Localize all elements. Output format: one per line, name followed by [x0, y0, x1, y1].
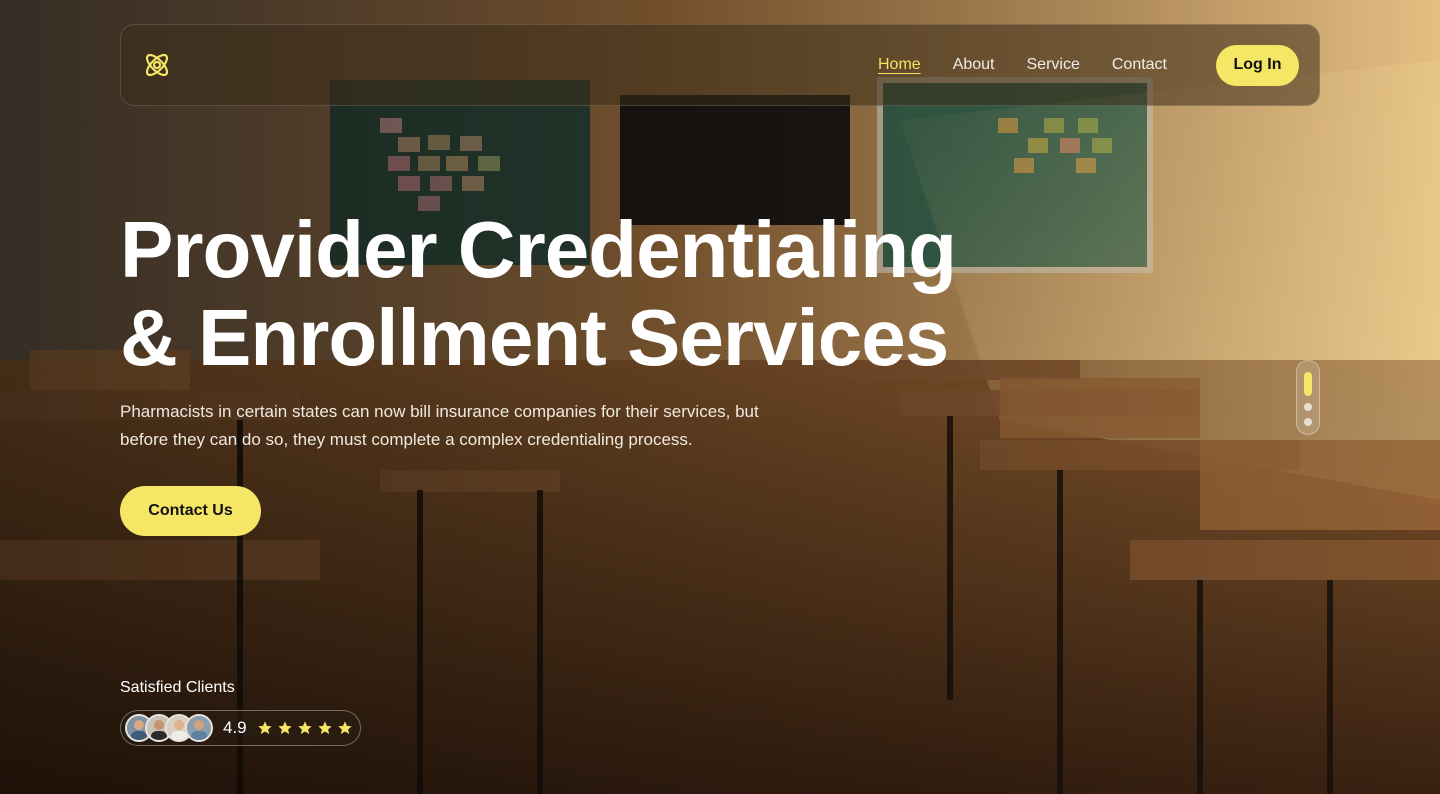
- star-icon: [277, 721, 292, 735]
- rating-stars: [257, 720, 353, 736]
- nav-link-service[interactable]: Service: [1027, 56, 1080, 74]
- nav-links: Home About Service Contact: [878, 56, 1167, 74]
- slide-dot-3[interactable]: [1304, 418, 1312, 426]
- satisfied-clients-label: Satisfied Clients: [120, 679, 235, 696]
- slide-indicator: [1296, 360, 1320, 435]
- star-icon: [297, 721, 312, 735]
- rating-value: 4.9: [223, 718, 247, 737]
- client-avatars: [125, 714, 213, 742]
- hero-title: Provider Credentialing & Enrollment Serv…: [120, 206, 960, 382]
- hero-title-line-1: Provider Credentialing: [120, 205, 957, 294]
- star-icon: [257, 721, 272, 735]
- contact-us-button[interactable]: Contact Us: [120, 486, 261, 536]
- nav-link-contact[interactable]: Contact: [1112, 56, 1167, 74]
- slide-dot-2[interactable]: [1304, 403, 1312, 411]
- login-button[interactable]: Log In: [1216, 44, 1299, 86]
- nav-link-home[interactable]: Home: [878, 56, 921, 74]
- avatar: [185, 714, 213, 742]
- atom-icon[interactable]: [141, 49, 173, 81]
- star-icon: [337, 721, 352, 735]
- star-icon: [317, 721, 332, 735]
- hero-background-image: [0, 0, 1440, 794]
- hero-title-line-2: & Enrollment Services: [120, 293, 949, 382]
- hero-description: Pharmacists in certain states can now bi…: [120, 402, 759, 449]
- client-rating-badge: 4.9: [120, 710, 361, 746]
- nav-link-about[interactable]: About: [953, 56, 995, 74]
- top-navbar: Home About Service Contact Log In: [120, 24, 1320, 106]
- slide-dot-1[interactable]: [1304, 372, 1312, 396]
